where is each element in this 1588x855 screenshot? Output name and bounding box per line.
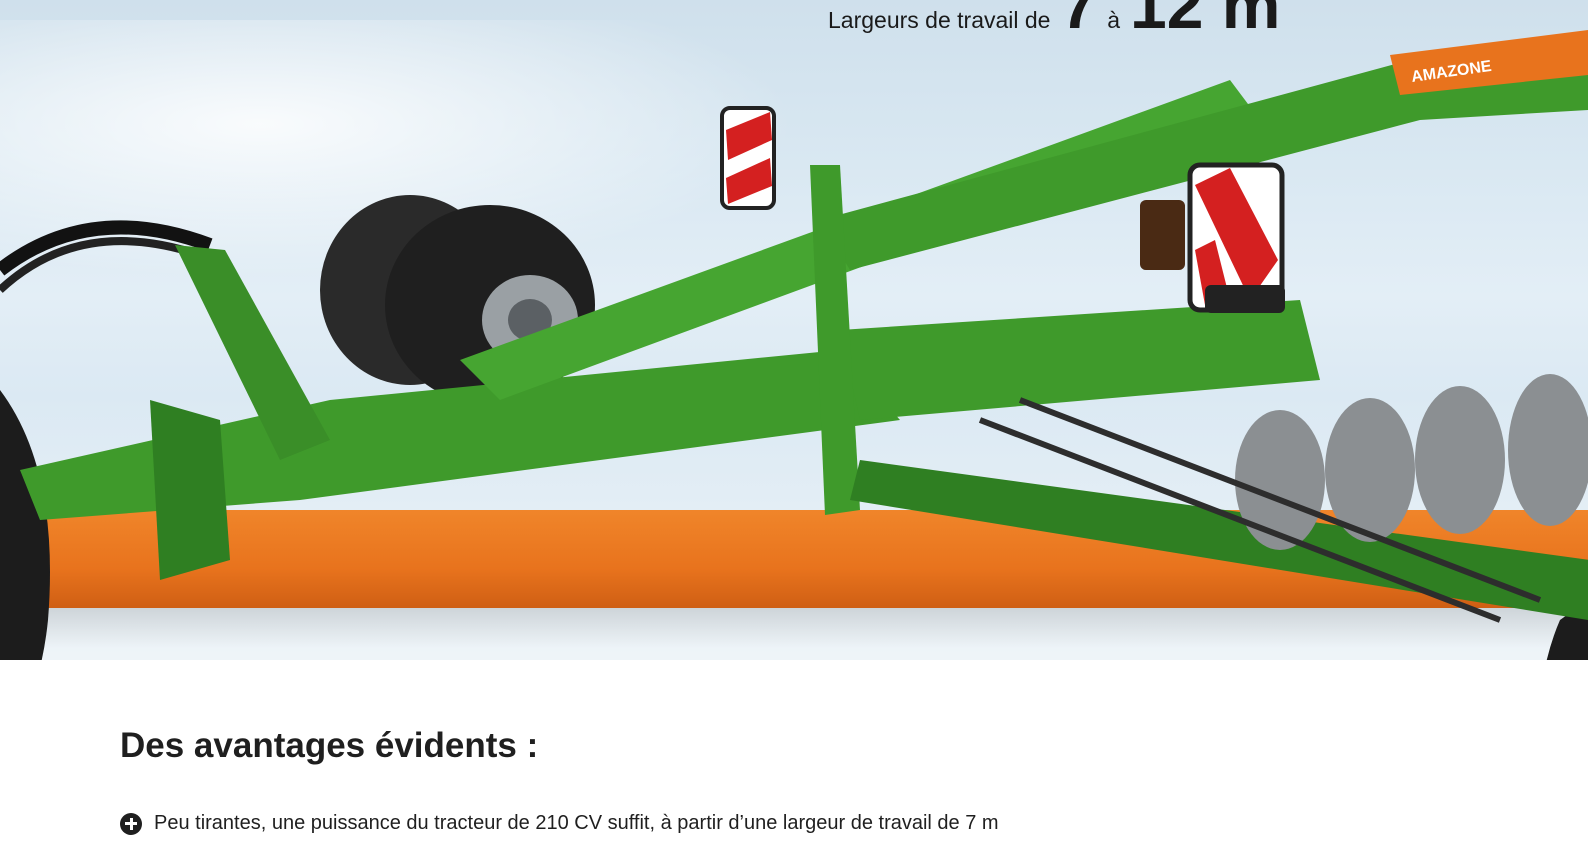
- plus-circle-icon: [120, 812, 142, 835]
- benefit-text: Peu tirantes, une puissance du tracteur …: [154, 812, 999, 834]
- brand-logo-layer: AMAZONE: [1410, 58, 1493, 86]
- brand-logo: AMAZONE: [1410, 58, 1493, 86]
- section-title: Des avantages évidents :: [120, 726, 539, 765]
- hero-image: Largeurs de travail de 7 à 12 m AMAZONE: [0, 0, 1588, 660]
- benefit-item: Peu tirantes, une puissance du tracteur …: [120, 812, 999, 835]
